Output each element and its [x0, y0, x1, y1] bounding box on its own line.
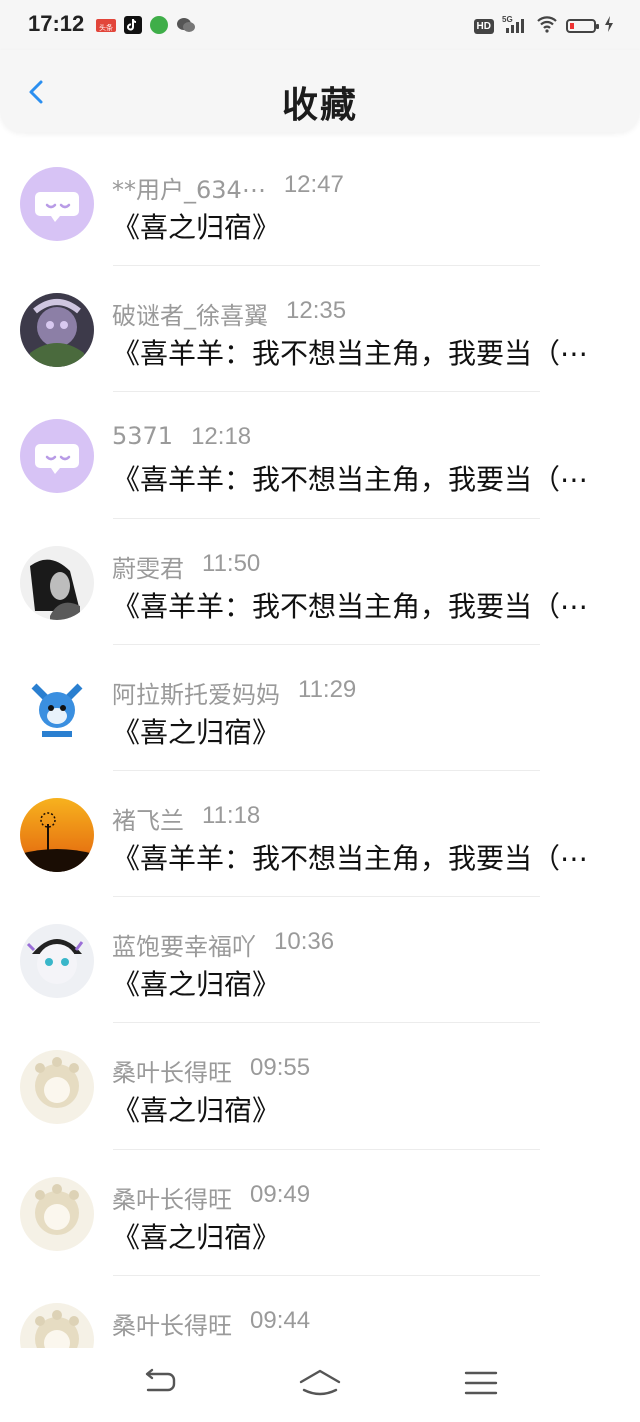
list-item[interactable]: 阿拉斯托爱妈妈 11:29 《喜之归宿》	[0, 645, 640, 771]
timestamp: 09:49	[250, 1180, 311, 1208]
favorite-title: 《喜羊羊：我不想当主角，我要当（⋯	[112, 841, 589, 875]
user-name: 桑叶长得旺	[112, 1059, 232, 1088]
status-bar: 17:12 头条 HD 5G	[0, 0, 640, 50]
user-name: 褚飞兰	[112, 806, 184, 835]
timestamp: 11:50	[202, 549, 261, 577]
user-name: 破谜者_徐喜翼	[112, 302, 268, 331]
timestamp: 09:44	[250, 1306, 311, 1334]
user-name: **用户_634⋯	[112, 176, 266, 204]
signal-icon: 5G	[502, 14, 528, 38]
nav-menu-button[interactable]	[462, 1366, 502, 1402]
svg-text:5G: 5G	[502, 15, 513, 24]
timestamp: 12:35	[286, 297, 347, 325]
battery-icon	[566, 19, 599, 33]
list-item[interactable]: 蓝饱要幸福吖 10:36 《喜之归宿》	[0, 897, 640, 1024]
timestamp: 11:18	[202, 801, 261, 829]
charging-icon	[604, 15, 614, 37]
user-name: 桑叶长得旺	[112, 1311, 232, 1340]
user-name: 蓝饱要幸福吖	[112, 933, 256, 962]
user-name: 5371	[112, 422, 174, 451]
avatar	[20, 545, 94, 620]
favorite-title: 《喜羊羊：我不想当主角，我要当（⋯	[112, 463, 589, 497]
back-arrow-icon	[145, 1368, 176, 1392]
list-item[interactable]: 褚飞兰 11:18 《喜羊羊：我不想当主角，我要当（⋯	[0, 771, 640, 898]
favorite-title: 《喜之归宿》	[112, 715, 281, 749]
item-meta: **用户_634⋯ 12:47	[112, 170, 344, 205]
avatar	[20, 293, 94, 368]
page-title: 收藏	[281, 85, 358, 126]
list-item[interactable]: **用户_634⋯ 12:47 《喜之归宿》	[0, 140, 640, 267]
list-item[interactable]: 破谜者_徐喜翼 12:35 《喜羊羊：我不想当主角，我要当（⋯	[0, 266, 640, 393]
game-app-icon	[150, 16, 168, 34]
list-item[interactable]: 桑叶长得旺 09:55 《喜之归宿》	[0, 1023, 640, 1150]
status-time: 17:12	[28, 11, 85, 36]
item-meta: 褚飞兰 11:18	[112, 801, 260, 836]
timestamp: 09:55	[250, 1054, 311, 1082]
avatar	[20, 924, 94, 999]
user-name: 桑叶长得旺	[112, 1185, 232, 1214]
item-meta: 5371 12:18	[112, 422, 251, 451]
user-name: 蔚雯君	[112, 554, 184, 583]
timestamp: 12:47	[283, 171, 344, 198]
timestamp: 12:18	[191, 423, 252, 451]
wechat-icon	[176, 16, 196, 34]
item-meta: 蓝饱要幸福吖 10:36	[112, 927, 334, 962]
timestamp: 11:29	[298, 675, 357, 703]
avatar	[20, 797, 94, 872]
hd-voice-icon: HD	[473, 18, 494, 34]
avatar	[20, 671, 94, 746]
item-meta: 阿拉斯托爱妈妈 11:29	[112, 675, 356, 710]
tiktok-icon	[124, 16, 142, 34]
notification-icons: 头条	[96, 16, 196, 34]
avatar	[20, 419, 94, 494]
avatar	[20, 1050, 94, 1125]
favorite-title: 《喜之归宿》	[112, 968, 281, 1002]
favorite-title: 《喜之归宿》	[112, 211, 281, 244]
item-meta: 破谜者_徐喜翼 12:35	[112, 296, 346, 331]
list-item[interactable]: 5371 12:18 《喜羊羊：我不想当主角，我要当（⋯	[0, 392, 640, 519]
system-icons: HD 5G	[473, 14, 614, 38]
favorites-list: **用户_634⋯ 12:47 《喜之归宿》 破谜者_徐喜翼 12:35 《喜羊羊：…	[0, 140, 640, 1402]
list-item[interactable]: 蔚雯君 11:50 《喜羊羊：我不想当主角，我要当（⋯	[0, 519, 640, 645]
favorite-title: 《喜羊羊：我不想当主角，我要当（⋯	[112, 589, 589, 623]
favorite-title: 《喜之归宿》	[112, 1220, 281, 1254]
item-meta: 桑叶长得旺 09:44	[112, 1306, 310, 1341]
list-item[interactable]: 桑叶长得旺 09:49 《喜之归宿》	[0, 1150, 640, 1276]
nav-home-button[interactable]	[298, 1366, 342, 1402]
avatar	[20, 1176, 94, 1251]
header-bar: 收藏	[0, 50, 640, 132]
nav-back-button[interactable]	[140, 1366, 180, 1402]
avatar	[20, 167, 94, 241]
timestamp: 10:36	[274, 928, 335, 956]
favorite-title: 《喜羊羊：我不想当主角，我要当（⋯	[112, 337, 589, 371]
item-meta: 桑叶长得旺 09:55	[112, 1053, 310, 1088]
menu-icon	[464, 1371, 498, 1395]
user-name: 阿拉斯托爱妈妈	[112, 680, 280, 709]
item-meta: 桑叶长得旺 09:49	[112, 1180, 310, 1215]
news-app-icon: 头条	[96, 18, 116, 32]
favorite-title: 《喜之归宿》	[112, 1094, 281, 1128]
wifi-icon	[536, 15, 558, 37]
item-meta: 蔚雯君 11:50	[112, 549, 260, 584]
system-nav-bar	[0, 1348, 640, 1422]
home-icon	[299, 1369, 341, 1396]
